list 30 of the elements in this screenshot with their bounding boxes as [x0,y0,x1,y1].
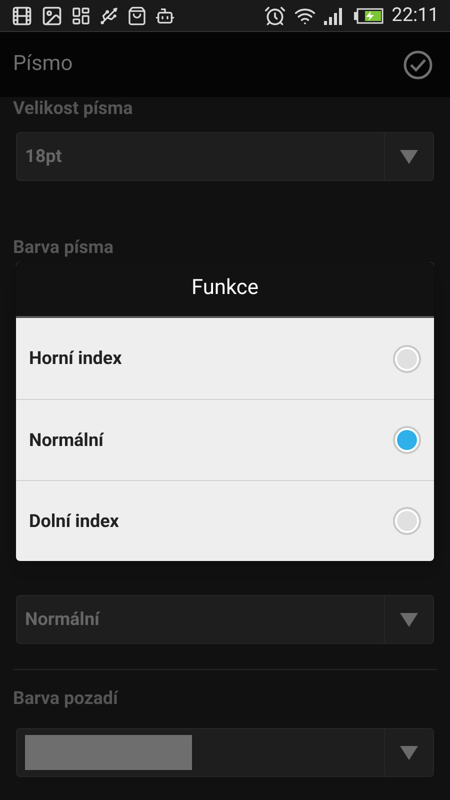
usb-icon [99,6,119,26]
bag-icon [127,6,147,26]
option-label: Horní index [29,347,122,371]
image-icon [41,4,63,26]
dialog-title: Funkce [191,275,259,302]
section-label: Barva písma [12,236,114,260]
caret-icon [400,612,418,626]
film-icon [11,4,33,26]
option-label: Dolní index [29,510,119,534]
battery-icon [354,8,384,24]
radio-button[interactable] [393,426,421,454]
section-label: Velikost písma [12,97,134,121]
page-title: Písmo [13,50,73,78]
dropdown-value: 18pt [25,145,62,169]
alarm-icon [264,4,286,26]
option-row[interactable]: Normální [16,399,434,480]
option-label: Normální [29,428,104,452]
caret-icon [400,150,418,164]
caret-icon [400,746,418,760]
option-row[interactable]: Horní index [16,318,434,399]
check-icon[interactable] [403,50,433,80]
dropdown-value: Normální [25,608,100,632]
section-label: Barva pozadí [12,687,120,711]
grid-icon [71,6,91,26]
radio-button[interactable] [393,344,421,372]
dropdown[interactable] [16,728,434,777]
option-row[interactable]: Dolní index [16,480,434,561]
robot-icon [155,6,175,26]
clock-time: 22:11 [392,2,439,28]
radio-button[interactable] [393,507,421,535]
